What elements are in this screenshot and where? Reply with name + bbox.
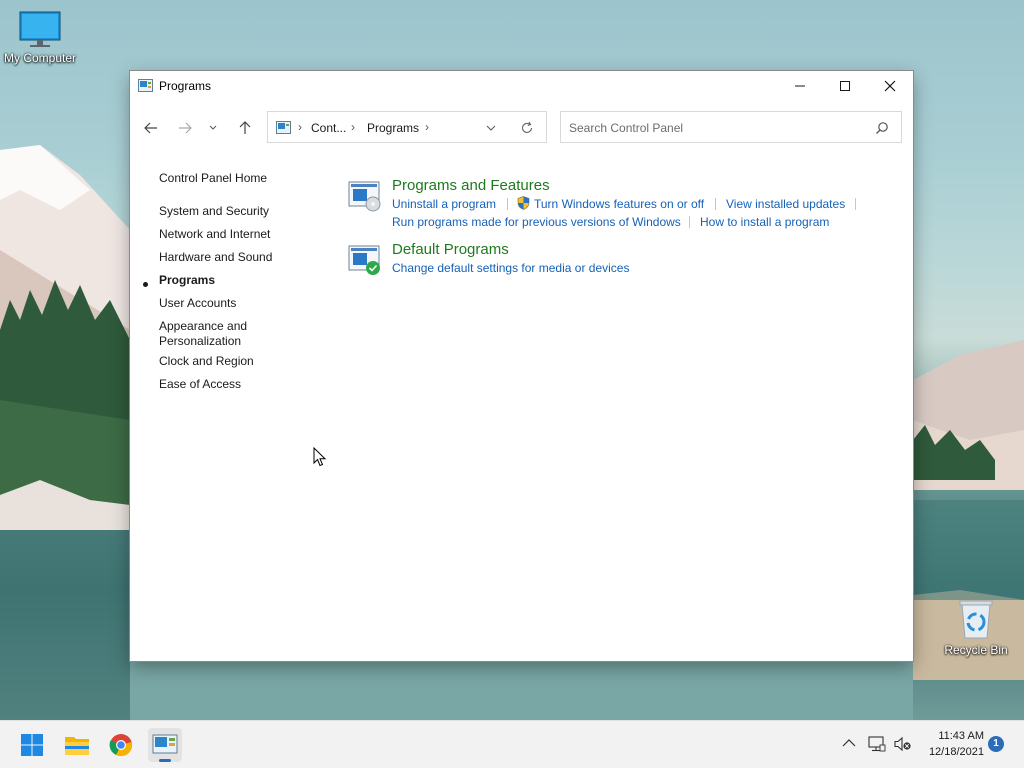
refresh-icon[interactable] (520, 121, 534, 135)
title-bar[interactable]: Programs (130, 71, 913, 101)
shield-icon (517, 196, 530, 210)
breadcrumb-item-programs[interactable]: Programs (367, 121, 419, 135)
monitor-icon (19, 11, 61, 47)
file-explorer-button[interactable] (60, 728, 94, 762)
search-icon[interactable] (875, 121, 889, 135)
arrow-up-icon (239, 121, 251, 134)
desktop-icon-recycle-bin[interactable]: Recycle Bin (940, 598, 1012, 657)
breadcrumb-item-control-panel[interactable]: Cont... (311, 121, 346, 135)
sidebar-item-appearance[interactable]: Appearance and Personalization (159, 319, 247, 349)
taskbar: 11:43 AM 12/18/2021 1 (0, 720, 1024, 768)
chevron-down-icon[interactable] (486, 125, 496, 131)
minimize-icon (795, 85, 805, 87)
windows-logo-icon (21, 734, 43, 756)
volume-muted-icon[interactable] (894, 736, 912, 752)
up-button[interactable] (232, 111, 258, 145)
sidebar-item-clock-region[interactable]: Clock and Region (159, 354, 254, 369)
folder-icon (65, 737, 89, 755)
mouse-cursor-icon (313, 447, 327, 467)
recent-locations-button[interactable] (203, 111, 223, 145)
notification-badge[interactable]: 1 (988, 736, 1004, 752)
desktop-icon-label: Recycle Bin (944, 643, 1008, 657)
sidebar-item-label: Appearance and (159, 319, 248, 333)
sidebar-item-user-accounts[interactable]: User Accounts (159, 296, 236, 311)
change-default-settings-link[interactable]: Change default settings for media or dev… (392, 261, 629, 275)
back-button[interactable] (138, 111, 164, 145)
chevron-down-icon (209, 125, 217, 130)
sidebar-control-panel-home[interactable]: Control Panel Home (159, 171, 267, 186)
start-button[interactable] (15, 728, 49, 762)
clock-date[interactable]: 12/18/2021 (916, 746, 984, 758)
sidebar-item-programs[interactable]: Programs (159, 273, 215, 288)
sidebar-item-system-security[interactable]: System and Security (159, 204, 269, 219)
link-separator (507, 198, 508, 210)
active-item-bullet (143, 282, 148, 287)
link-separator (715, 198, 716, 210)
control-panel-icon (138, 79, 153, 92)
search-box[interactable]: Search Control Panel (560, 111, 902, 143)
network-icon[interactable] (868, 736, 886, 752)
control-panel-icon (276, 121, 291, 134)
breadcrumb-separator-icon: › (298, 120, 302, 134)
default-programs-title[interactable]: Default Programs (392, 241, 509, 258)
programs-features-title[interactable]: Programs and Features (392, 177, 550, 194)
arrow-right-icon (179, 122, 192, 134)
link-separator (855, 198, 856, 210)
programs-features-icon (348, 181, 381, 212)
recycle-bin-icon (959, 600, 993, 639)
sidebar-item-ease-of-access[interactable]: Ease of Access (159, 377, 241, 392)
control-panel-icon (152, 734, 178, 754)
navigation-bar: › Cont... › Programs › Search Control Pa… (130, 111, 913, 145)
desktop-icon-label: My Computer (3, 51, 77, 65)
address-bar[interactable]: › Cont... › Programs › (267, 111, 547, 143)
run-older-programs-link[interactable]: Run programs made for previous versions … (392, 215, 681, 229)
chrome-icon (109, 734, 132, 757)
turn-windows-features-link[interactable]: Turn Windows features on or off (534, 197, 704, 211)
minimize-button[interactable] (777, 71, 823, 101)
how-to-install-link[interactable]: How to install a program (700, 215, 829, 229)
chrome-button[interactable] (104, 728, 138, 762)
control-panel-window: Programs › Cont... › Programs › Search C… (130, 71, 913, 661)
forward-button[interactable] (172, 111, 198, 145)
link-separator (689, 216, 690, 228)
arrow-left-icon (144, 122, 157, 134)
view-installed-updates-link[interactable]: View installed updates (726, 197, 845, 211)
search-input-placeholder[interactable]: Search Control Panel (569, 121, 683, 135)
maximize-button[interactable] (822, 71, 868, 101)
default-programs-icon (348, 245, 380, 275)
sidebar-item-hardware-sound[interactable]: Hardware and Sound (159, 250, 272, 265)
running-indicator (159, 759, 171, 762)
window-title: Programs (159, 79, 212, 93)
breadcrumb-separator-icon[interactable]: › (425, 120, 429, 134)
chevron-up-icon[interactable] (842, 738, 856, 748)
breadcrumb-separator-icon: › (351, 120, 355, 134)
sidebar-item-network-internet[interactable]: Network and Internet (159, 227, 270, 242)
sidebar-item-label: Personalization (159, 334, 242, 348)
uninstall-program-link[interactable]: Uninstall a program (392, 197, 496, 211)
control-panel-taskbar-button[interactable] (148, 728, 182, 762)
close-icon (884, 80, 896, 92)
close-button[interactable] (867, 71, 913, 101)
clock-time[interactable]: 11:43 AM (924, 730, 984, 742)
desktop-icon-my-computer[interactable]: My Computer (0, 10, 80, 65)
maximize-icon (840, 81, 850, 91)
